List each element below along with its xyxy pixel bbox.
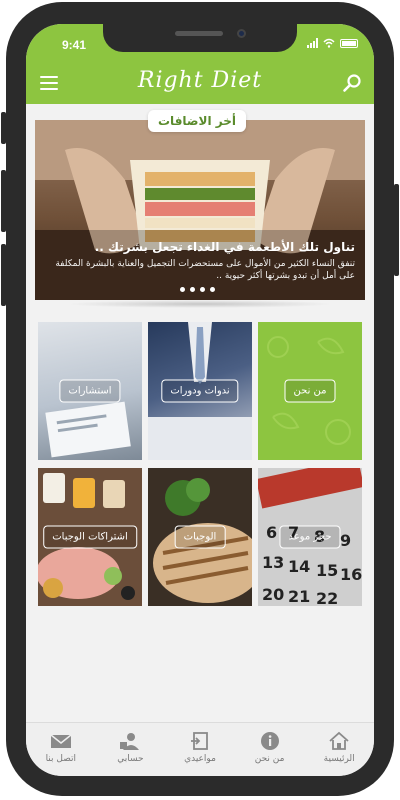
slider-dot[interactable] bbox=[190, 287, 195, 292]
wifi-icon bbox=[323, 38, 335, 48]
svg-text:16: 16 bbox=[340, 565, 362, 584]
tab-label: اتصل بنا bbox=[45, 754, 77, 764]
mute-switch bbox=[1, 112, 6, 144]
latest-additions-label: أخر الاضافات bbox=[148, 110, 246, 132]
speaker bbox=[175, 31, 223, 36]
camera bbox=[237, 29, 246, 38]
tile-label: ندوات ودورات bbox=[161, 379, 239, 403]
tab-label: مواعيدي bbox=[184, 754, 216, 764]
envelope-icon bbox=[50, 734, 72, 748]
slide-description: تنفق النساء الكثير من الأموال على مستحضر… bbox=[55, 259, 355, 281]
tile-meals[interactable]: الوجبات bbox=[148, 468, 252, 606]
tile-meal-subscriptions[interactable]: اشتراكات الوجبات bbox=[38, 468, 142, 606]
svg-text:9: 9 bbox=[340, 531, 351, 550]
tab-label: الرئيسية bbox=[323, 754, 355, 764]
featured-slider[interactable]: تناول تلك الأطعمة في الغداء تجعل بشرتك .… bbox=[35, 120, 365, 300]
tab-contact-us[interactable]: اتصل بنا bbox=[26, 723, 96, 776]
power-button bbox=[394, 184, 399, 276]
battery-icon bbox=[340, 38, 358, 48]
tile-label: اشتراكات الوجبات bbox=[43, 525, 137, 549]
svg-text:13: 13 bbox=[262, 553, 284, 572]
tile-label: الوجبات bbox=[174, 525, 226, 549]
appointments-icon bbox=[190, 732, 208, 750]
tile-consultations[interactable]: استشارات bbox=[38, 322, 142, 460]
tab-label: من نحن bbox=[254, 754, 285, 764]
svg-text:6: 6 bbox=[266, 523, 277, 542]
tile-label: حجز موعد bbox=[279, 525, 341, 549]
tile-book-appointment[interactable]: 6789 13 14 15 16 20 21 22 حجز موعد bbox=[258, 468, 362, 606]
tile-seminars-courses[interactable]: ندوات ودورات bbox=[148, 322, 252, 460]
status-icons bbox=[307, 38, 358, 48]
slider-shadow bbox=[66, 300, 334, 308]
svg-text:21: 21 bbox=[288, 587, 310, 606]
signal-icon bbox=[307, 38, 318, 48]
tab-account[interactable]: حسابي bbox=[96, 723, 166, 776]
tab-about-us[interactable]: من نحن bbox=[235, 723, 305, 776]
info-icon bbox=[260, 732, 279, 750]
slider-dot[interactable] bbox=[180, 287, 185, 292]
svg-text:14: 14 bbox=[288, 557, 310, 576]
app-title: Right Diet bbox=[137, 68, 263, 93]
slide-caption: تناول تلك الأطعمة في الغداء تجعل بشرتك .… bbox=[45, 240, 355, 282]
bottom-tab-bar: اتصل بنا حسابي مواعيدي من نحن الرئيسية bbox=[26, 722, 374, 776]
tab-appointments[interactable]: مواعيدي bbox=[165, 723, 235, 776]
slider-dots bbox=[180, 287, 215, 292]
tile-label: من نحن bbox=[284, 379, 336, 403]
home-icon bbox=[329, 731, 349, 750]
account-icon bbox=[120, 733, 140, 750]
slider-dot[interactable] bbox=[210, 287, 215, 292]
svg-text:15: 15 bbox=[316, 561, 338, 580]
tab-label: حسابي bbox=[117, 754, 144, 764]
slide-title: تناول تلك الأطعمة في الغداء تجعل بشرتك .… bbox=[94, 240, 355, 254]
tile-label: استشارات bbox=[59, 379, 121, 403]
volume-down-button bbox=[1, 244, 6, 306]
search-icon[interactable] bbox=[342, 73, 362, 93]
tab-home[interactable]: الرئيسية bbox=[304, 723, 374, 776]
screen: 9:41 Right Diet أخر الاضافات تناول تلك ا… bbox=[26, 24, 374, 776]
volume-up-button bbox=[1, 170, 6, 232]
svg-text:22: 22 bbox=[316, 589, 338, 606]
notch bbox=[103, 24, 297, 52]
tile-about-us[interactable]: من نحن bbox=[258, 322, 362, 460]
status-time: 9:41 bbox=[62, 38, 87, 52]
slider-dot[interactable] bbox=[200, 287, 205, 292]
svg-text:20: 20 bbox=[262, 585, 284, 604]
